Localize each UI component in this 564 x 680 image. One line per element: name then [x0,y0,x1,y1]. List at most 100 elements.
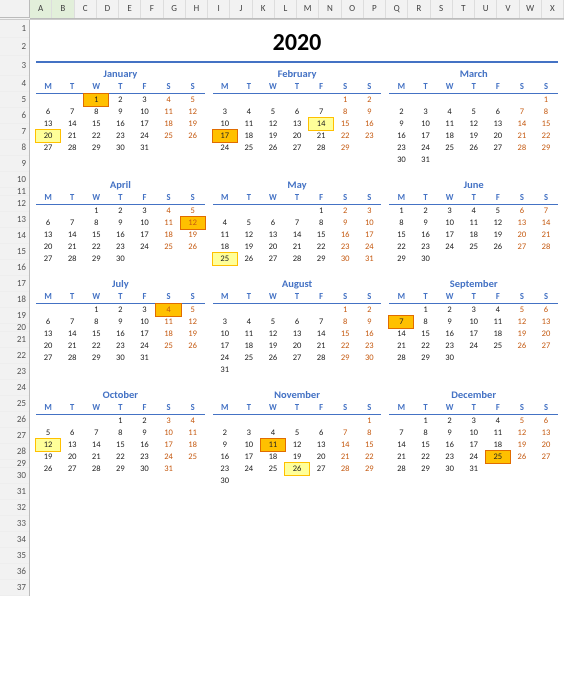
sep-cell: 18 [486,328,510,340]
col-header-N[interactable]: N [319,0,341,18]
jun-cell: 29 [389,253,413,265]
col-header-H[interactable]: H [186,0,208,18]
col-header-I[interactable]: I [208,0,230,18]
sep-cell: 4 [486,304,510,317]
apr-th-w: W [84,192,108,205]
sep-th-f: F [486,291,510,304]
feb-cell: 3 [213,106,237,118]
col-header-D[interactable]: D [97,0,119,18]
sep-cell: 13 [534,316,558,328]
aug-cell: 11 [237,328,261,340]
table-row: 4 5 6 7 8 9 10 [213,217,382,229]
mar-th-m: M [389,81,413,94]
dec-cell: 25 [486,451,510,463]
col-header-L[interactable]: L [275,0,297,18]
feb-th-t2: T [285,81,309,94]
september-title: September [389,277,558,290]
apr-cell: 12 [181,217,205,229]
may-cell: 26 [237,253,261,265]
feb-cell: 1 [333,94,357,107]
may-cell: 10 [357,217,381,229]
feb-cell: 4 [237,106,261,118]
jan-cell: 17 [132,118,156,130]
col-header-O[interactable]: O [342,0,364,18]
col-header-K[interactable]: K [253,0,275,18]
mar-cell [438,154,462,166]
oct-th-f: F [132,402,156,415]
sep-th-w: W [438,291,462,304]
jul-cell: 31 [132,352,156,364]
col-header-B[interactable]: B [52,0,74,18]
jun-cell [438,253,462,265]
jun-cell: 30 [413,253,437,265]
jul-cell: 15 [84,328,108,340]
apr-cell: 28 [60,253,84,265]
nov-th-s2: S [357,402,381,415]
may-cell [285,205,309,218]
table-row: 20 21 22 23 24 25 26 [36,241,205,253]
may-cell: 15 [309,229,333,241]
jun-th-t1: T [413,192,437,205]
col-header-V[interactable]: V [497,0,519,18]
jan-cell: 22 [84,130,108,142]
jul-cell: 12 [181,316,205,328]
col-header-U[interactable]: U [475,0,497,18]
april-calendar: M T W T F S S [36,192,205,265]
jul-cell: 19 [181,328,205,340]
table-row: 27 28 29 30 [36,253,205,265]
apr-cell [60,205,84,218]
jun-cell: 18 [462,229,486,241]
aug-cell [237,304,261,317]
dec-cell: 8 [413,427,437,439]
jun-cell [462,253,486,265]
aug-cell [213,304,237,317]
oct-cell: 10 [156,427,180,439]
table-row: 20 21 22 23 24 25 26 [36,340,205,352]
col-header-W[interactable]: W [520,0,542,18]
col-header-J[interactable]: J [230,0,252,18]
row-number-27: 27 [0,428,29,444]
table-row: 3 4 5 6 7 8 9 [213,106,382,118]
table-row: 10 11 12 13 14 15 16 [213,328,382,340]
sep-cell [534,352,558,364]
col-header-A[interactable]: A [30,0,52,18]
jul-cell: 1 [84,304,108,317]
col-header-T[interactable]: T [453,0,475,18]
october-calendar: M T W T F S S [36,402,205,475]
dec-th-t1: T [413,402,437,415]
apr-cell: 1 [84,205,108,218]
col-header-P[interactable]: P [364,0,386,18]
mar-cell [462,94,486,107]
table-row: 1 2 [213,94,382,107]
table-row: 6 7 8 9 10 11 12 [36,217,205,229]
row-numbers: 1234567891011121314151617181920212223242… [0,20,30,596]
december-calendar: M T W T F S S 1 [389,402,558,475]
aug-cell: 2 [357,304,381,317]
nov-cell: 27 [309,463,333,475]
table-row: 19 20 21 22 23 24 25 [36,451,205,463]
aug-th-s1: S [333,291,357,304]
table-row: 14 15 16 17 18 19 20 [389,439,558,451]
col-header-X[interactable]: X [542,0,564,18]
col-header-R[interactable]: R [408,0,430,18]
sep-th-m: M [389,291,413,304]
col-header-G[interactable]: G [164,0,186,18]
july-calendar: M T W T F S S [36,291,205,364]
nov-cell [285,475,309,487]
august-title: August [213,277,382,290]
col-header-E[interactable]: E [119,0,141,18]
jun-cell: 23 [413,241,437,253]
row-number-6: 6 [0,108,29,124]
col-header-F[interactable]: F [141,0,163,18]
jun-cell: 28 [534,241,558,253]
col-header-S[interactable]: S [431,0,453,18]
aug-th-t2: T [285,291,309,304]
mar-cell: 6 [486,106,510,118]
table-row: 29 30 [389,253,558,265]
col-header-Q[interactable]: Q [386,0,408,18]
nov-cell: 25 [261,463,285,475]
col-header-M[interactable]: M [297,0,319,18]
mar-cell: 27 [486,142,510,154]
col-header-C[interactable]: C [75,0,97,18]
table-row: 15 16 17 18 19 20 21 [389,229,558,241]
